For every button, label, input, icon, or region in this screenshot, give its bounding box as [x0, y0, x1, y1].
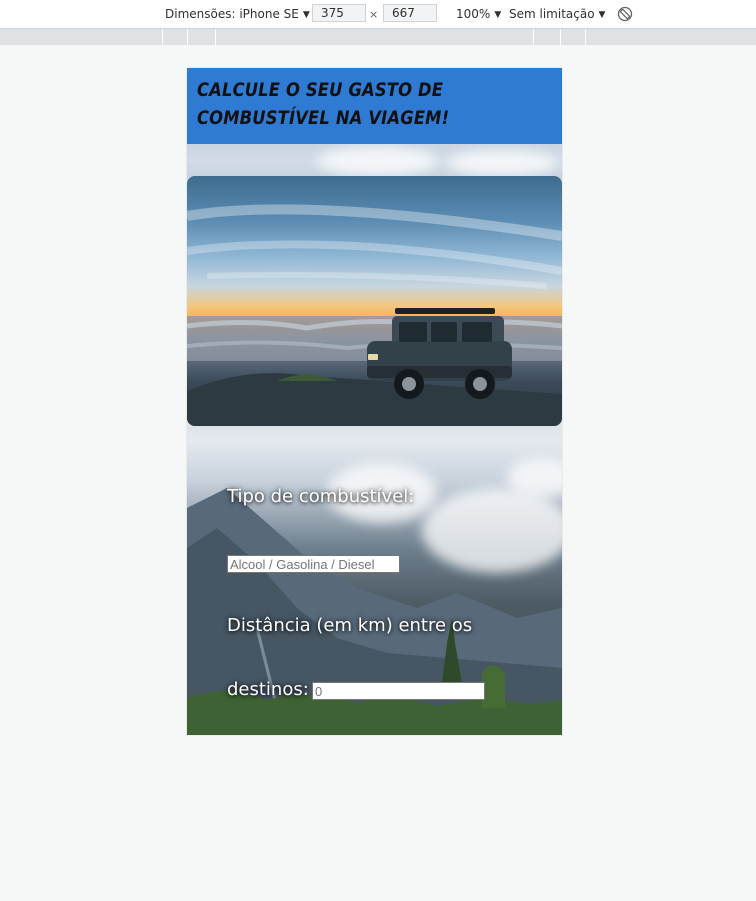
throttling-label: Sem limitação [509, 7, 595, 21]
car-on-cliff-sunset-image [187, 176, 562, 426]
emulated-page: Calcule o seu gasto de combustível na vi… [187, 68, 562, 735]
distance-input[interactable] [312, 682, 485, 700]
page-title: Calcule o seu gasto de combustível na vi… [197, 79, 450, 129]
background-cloud [447, 150, 557, 176]
viewport-width-input[interactable] [312, 4, 366, 22]
chevron-down-icon: ▼ [598, 10, 606, 20]
ruler-tick[interactable] [560, 29, 561, 45]
media-query-ruler [0, 29, 756, 45]
times-separator: × [369, 8, 379, 21]
fuel-type-label: Tipo de combustível: [227, 486, 415, 507]
viewport-height-input[interactable] [383, 4, 437, 22]
ruler-tick[interactable] [162, 29, 163, 45]
ruler-tick[interactable] [187, 29, 188, 45]
fuel-type-input[interactable] [227, 555, 400, 573]
chevron-down-icon: ▼ [302, 10, 310, 20]
ruler-tick[interactable] [585, 29, 586, 45]
page-header: Calcule o seu gasto de combustível na vi… [187, 68, 562, 144]
devtools-device-toolbar: Dimensões: iPhone SE▼ × 100%▼ Sem limita… [0, 0, 756, 29]
zoom-label: 100% [456, 7, 491, 21]
chevron-down-icon: ▼ [494, 10, 502, 20]
zoom-dropdown[interactable]: 100% ▼ [456, 7, 501, 23]
distance-label-line2: destinos: [227, 679, 309, 700]
ruler-tick[interactable] [215, 29, 216, 45]
device-dimensions-dropdown[interactable]: Dimensões: iPhone SE ▼ [165, 7, 310, 23]
throttling-dropdown[interactable]: Sem limitação ▼ [509, 7, 605, 23]
ruler-tick[interactable] [533, 29, 534, 45]
background-cloud [317, 146, 437, 176]
rotate-icon[interactable] [617, 6, 633, 22]
distance-label-line1: Distância (em km) entre os [227, 615, 473, 636]
device-dimensions-label: Dimensões: iPhone SE [165, 7, 299, 21]
